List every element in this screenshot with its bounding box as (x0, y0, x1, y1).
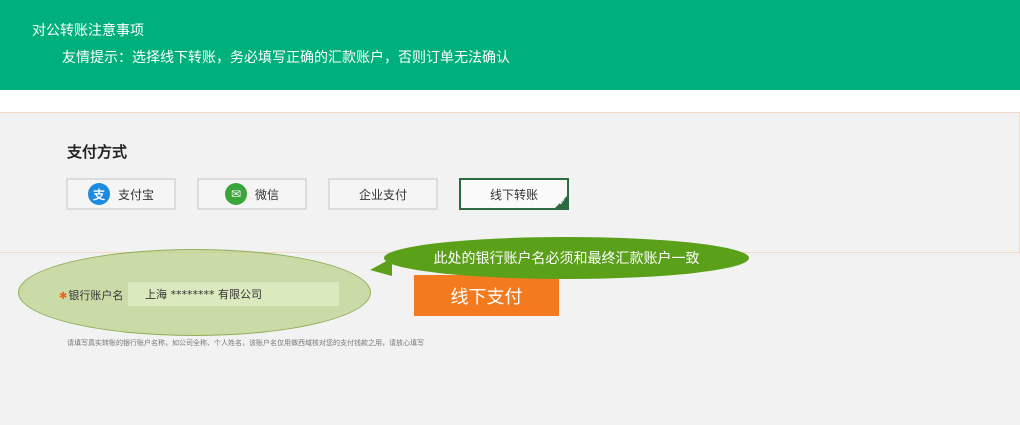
bank-account-label: ✱银行账户名 (59, 287, 123, 303)
pay-option-label: 微信 (254, 187, 279, 202)
banner-title: 对公转账注意事项 (32, 23, 144, 39)
pay-option-label: 线下转账 (489, 187, 538, 202)
pay-option-alipay[interactable]: 支 支付宝 (66, 178, 176, 210)
notice-banner: 对公转账注意事项 友情提示：选择线下转账，务必填写正确的汇款账户，否则订单无法确… (0, 0, 1020, 90)
payment-method-title: 支付方式 (67, 143, 128, 161)
pay-option-label: 支付宝 (117, 187, 154, 202)
offline-pay-button[interactable]: 线下支付 (414, 275, 559, 316)
checkmark-icon: ✓ (558, 198, 566, 208)
pay-option-offline-transfer[interactable]: 线下转账 ✓ (459, 178, 569, 210)
pay-option-label: 企业支付 (358, 187, 407, 202)
bank-account-name-input[interactable] (128, 282, 339, 306)
banner-tip: 友情提示：选择线下转账，务必填写正确的汇款账户，否则订单无法确认 (62, 50, 510, 66)
bank-account-hint: 请填写真实转账的银行账户名称，如公司全称、个人姓名，该账户名仅用做西域核对您的支… (67, 339, 424, 347)
alipay-icon: 支 (87, 183, 110, 205)
pay-option-enterprise[interactable]: 企业支付 (328, 178, 438, 210)
pay-option-wechat[interactable]: ✉ 微信 (197, 178, 307, 210)
annotation-callout: 此处的银行账户名必须和最终汇款账户一致 (384, 237, 749, 279)
required-asterisk-icon: ✱ (59, 291, 68, 302)
wechat-icon: ✉ (224, 183, 247, 205)
bank-account-label-text: 银行账户名 (68, 289, 124, 302)
